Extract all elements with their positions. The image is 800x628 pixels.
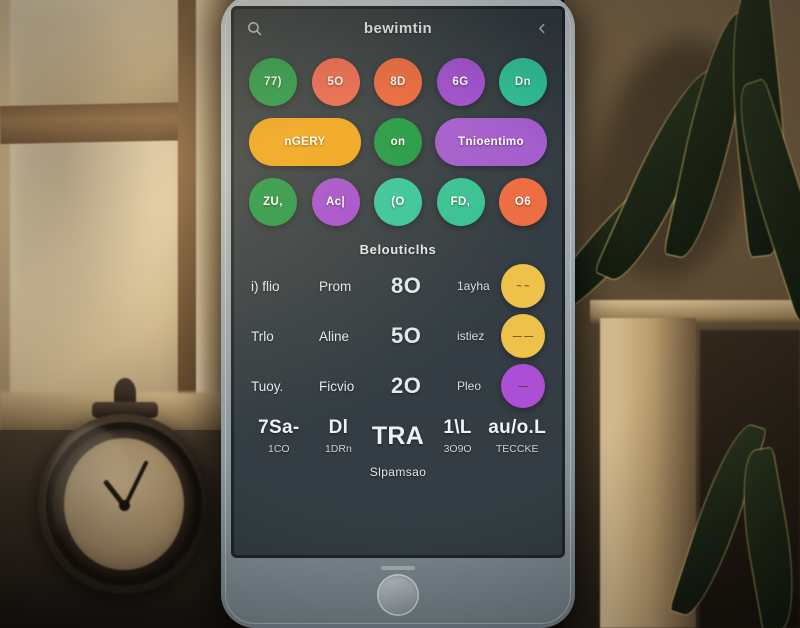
tag-chip[interactable]: ZU, — [249, 178, 297, 226]
summary-row: 7Sa- 1CO Dl 1DRn TRA 1\L 3O9O au/o.L TEC… — [249, 417, 547, 455]
tag-chip[interactable]: FD, — [436, 178, 485, 226]
clock-glass-glare — [48, 426, 136, 576]
list-cell-value: 5O — [391, 323, 422, 348]
tag-chip[interactable]: nGERY — [249, 118, 361, 166]
search-icon[interactable] — [243, 17, 265, 39]
summary-value: Dl — [328, 417, 349, 438]
tag-chip[interactable]: Ac| — [311, 178, 360, 226]
list-item[interactable]: Trlo Aline 5O istiez — — — [251, 311, 545, 361]
window-mullion-horizontal — [0, 101, 201, 145]
tag-chip[interactable]: O6 — [499, 178, 547, 226]
summary-item: au/o.L TECCKE — [487, 417, 547, 455]
summary-value: au/o.L — [488, 417, 547, 438]
section-title: Belouticlhs — [359, 242, 437, 257]
list-avatar[interactable]: ~ ~ — [501, 264, 545, 308]
window-reflection — [14, 8, 164, 388]
summary-sublabel: 1DRn — [324, 443, 352, 455]
summary-item: 7Sa- 1CO — [249, 417, 309, 455]
summary-value: 1\L — [443, 417, 472, 438]
tag-chip[interactable]: on — [374, 118, 422, 166]
summary-item: 1\L 3O9O — [428, 417, 488, 455]
tag-row-3: ZU, Ac| (O FD, O6 — [249, 172, 547, 232]
tag-chip[interactable]: (O — [374, 178, 422, 226]
tag-chip[interactable]: Tnioentimo — [435, 118, 547, 166]
summary-sublabel: 3O9O — [443, 443, 472, 455]
tag-chip[interactable]: 6G — [436, 58, 485, 106]
list-item[interactable]: i) flio Prom 8O 1ayha ~ ~ — [251, 261, 545, 311]
list-cell-meta: istiez — [457, 329, 485, 343]
list-avatar[interactable]: — — [501, 364, 545, 408]
summary-sublabel: TECCKE — [495, 443, 539, 455]
summary-item: Dl 1DRn — [309, 417, 369, 455]
app-title: bewimtin — [363, 19, 433, 37]
list-cell-value: 2O — [391, 373, 422, 398]
photo-scene: bewimtin 77) 5O 8D 6G Dn nGERY on Tnioen… — [0, 0, 800, 628]
list-item[interactable]: Tuoy. Ficvio 2O Pleo — — [251, 361, 545, 411]
list-cell-name: Tuoy. — [251, 378, 284, 394]
app-topbar: bewimtin — [231, 6, 565, 50]
summary-sublabel: 1CO — [268, 443, 290, 455]
smartphone-device: bewimtin 77) 5O 8D 6G Dn nGERY on Tnioen… — [221, 0, 575, 628]
vintage-clock — [30, 378, 216, 628]
list-cell-type: Aline — [319, 328, 350, 344]
summary-value: TRA — [371, 422, 425, 450]
tag-chip[interactable]: 77) — [249, 58, 297, 106]
summary-item: TRA — [368, 422, 428, 455]
phone-screen[interactable]: bewimtin 77) 5O 8D 6G Dn nGERY on Tnioen… — [231, 6, 565, 558]
footer-note: Slpamsao — [369, 465, 427, 479]
data-list: i) flio Prom 8O 1ayha ~ ~ Trlo Aline 5O … — [231, 261, 565, 411]
list-cell-value: 8O — [391, 273, 422, 298]
summary-section: 7Sa- 1CO Dl 1DRn TRA 1\L 3O9O au/o.L TEC… — [231, 411, 565, 479]
chevron-left-icon[interactable] — [531, 17, 553, 39]
tag-groups: 77) 5O 8D 6G Dn nGERY on Tnioentimo ZU, … — [231, 50, 565, 232]
list-cell-meta: Pleo — [457, 379, 482, 393]
home-button[interactable] — [377, 574, 419, 616]
tag-chip[interactable]: Dn — [499, 58, 547, 106]
list-cell-type: Prom — [319, 278, 352, 294]
speaker-grille — [381, 566, 415, 570]
list-avatar[interactable]: — — — [501, 314, 545, 358]
tag-chip[interactable]: 5O — [311, 58, 360, 106]
list-cell-name: i) flio — [251, 278, 280, 294]
summary-value: 7Sa- — [258, 417, 300, 438]
tag-chip[interactable]: 8D — [374, 58, 422, 106]
list-cell-type: Ficvio — [319, 378, 355, 394]
list-cell-meta: 1ayha — [457, 279, 490, 293]
tag-row-1: 77) 5O 8D 6G Dn — [249, 52, 547, 112]
app-ui: bewimtin 77) 5O 8D 6G Dn nGERY on Tnioen… — [231, 6, 565, 558]
tag-row-2: nGERY on Tnioentimo — [249, 112, 547, 172]
list-cell-name: Trlo — [251, 328, 274, 344]
